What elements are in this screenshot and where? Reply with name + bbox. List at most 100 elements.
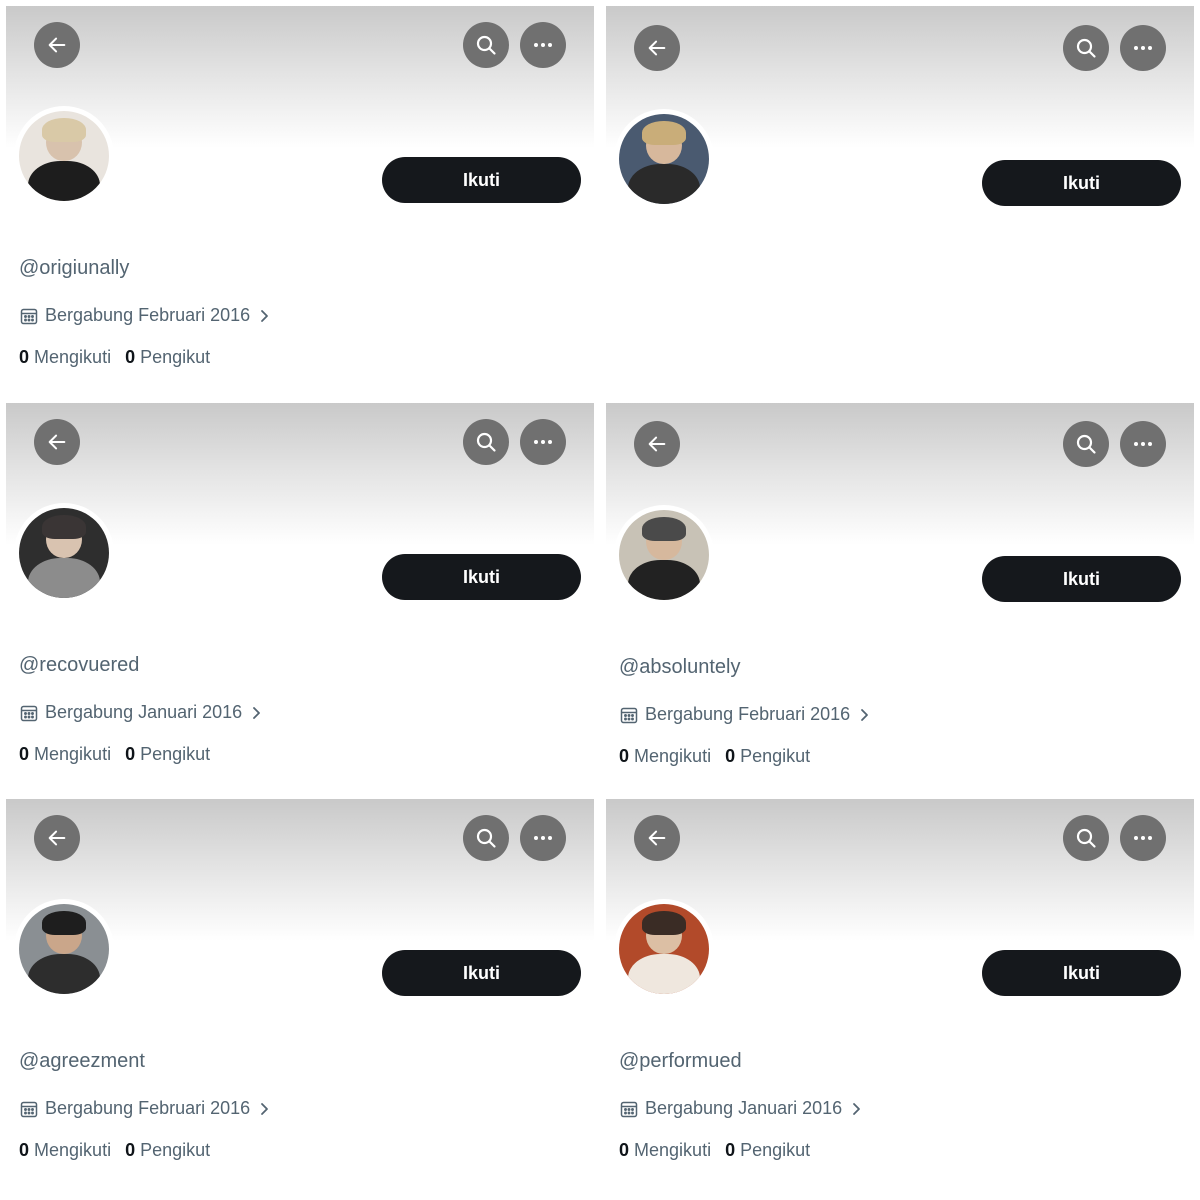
follower-count: 0: [125, 744, 136, 764]
more-options-button[interactable]: [520, 419, 566, 465]
search-button[interactable]: [1063, 421, 1109, 467]
avatar[interactable]: [14, 106, 114, 206]
more-horizontal-icon: [534, 43, 552, 47]
search-button[interactable]: [463, 815, 509, 861]
joined-date-link[interactable]: Bergabung Februari 2016: [19, 305, 270, 326]
back-button[interactable]: [34, 419, 80, 465]
following-label: Mengikuti: [34, 1140, 112, 1160]
profile-handle: @performued: [619, 1050, 742, 1072]
following-label: Mengikuti: [634, 1140, 712, 1160]
back-button[interactable]: [34, 815, 80, 861]
followers-link[interactable]: 0 Pengikut: [725, 1140, 810, 1161]
more-options-button[interactable]: [1120, 25, 1166, 71]
search-icon: [1076, 38, 1096, 58]
back-button[interactable]: [34, 22, 80, 68]
follow-counts: 0 Mengikuti 0 Pengikut: [19, 744, 210, 765]
follow-counts: 0 Mengikuti 0 Pengikut: [19, 347, 210, 368]
avatar-image: [619, 114, 709, 204]
avatar-image: [19, 508, 109, 598]
follow-button[interactable]: Ikuti: [382, 950, 581, 996]
profile-card-3: Ikuti @recovuered Bergabung Januari 2016…: [6, 403, 594, 794]
profile-card-5: Ikuti @agreezment Bergabung Februari 201…: [6, 799, 594, 1190]
avatar-image: [19, 111, 109, 201]
more-horizontal-icon: [1134, 442, 1152, 446]
follow-counts: 0 Mengikuti 0 Pengikut: [619, 1140, 810, 1161]
more-horizontal-icon: [1134, 46, 1152, 50]
joined-date-link[interactable]: Bergabung Januari 2016: [19, 702, 262, 723]
joined-date-link[interactable]: Bergabung Februari 2016: [19, 1098, 270, 1119]
follow-counts: 0 Mengikuti 0 Pengikut: [619, 746, 810, 767]
avatar[interactable]: [14, 899, 114, 999]
more-options-button[interactable]: [520, 815, 566, 861]
back-button[interactable]: [634, 815, 680, 861]
following-link[interactable]: 0 Mengikuti: [19, 1140, 111, 1161]
follow-button[interactable]: Ikuti: [382, 157, 581, 203]
search-icon: [476, 432, 496, 452]
following-count: 0: [19, 347, 30, 367]
search-button[interactable]: [463, 419, 509, 465]
profile-handle: @agreezment: [19, 1050, 145, 1072]
follower-count: 0: [725, 1140, 736, 1160]
follow-counts: 0 Mengikuti 0 Pengikut: [19, 1140, 210, 1161]
follower-count: 0: [125, 1140, 136, 1160]
back-button[interactable]: [634, 25, 680, 71]
avatar[interactable]: [614, 899, 714, 999]
followers-label: Pengikut: [140, 1140, 211, 1160]
avatar[interactable]: [614, 505, 714, 605]
more-horizontal-icon: [534, 836, 552, 840]
joined-date-link[interactable]: Bergabung Februari 2016: [619, 704, 870, 725]
more-options-button[interactable]: [1120, 421, 1166, 467]
follow-button[interactable]: Ikuti: [982, 556, 1181, 602]
follow-button[interactable]: Ikuti: [382, 554, 581, 600]
follow-button[interactable]: Ikuti: [982, 160, 1181, 206]
more-options-button[interactable]: [1120, 815, 1166, 861]
avatar[interactable]: [14, 503, 114, 603]
following-link[interactable]: 0 Mengikuti: [619, 1140, 711, 1161]
followers-link[interactable]: 0 Pengikut: [125, 1140, 210, 1161]
calendar-icon: [20, 1101, 38, 1117]
profile-handle: @absoluntely: [619, 656, 741, 678]
avatar-image: [619, 904, 709, 994]
search-button[interactable]: [1063, 815, 1109, 861]
search-icon: [1076, 828, 1096, 848]
more-options-button[interactable]: [520, 22, 566, 68]
more-horizontal-icon: [534, 440, 552, 444]
followers-link[interactable]: 0 Pengikut: [125, 744, 210, 765]
calendar-icon: [620, 1101, 638, 1117]
follower-count: 0: [725, 746, 736, 766]
followers-link[interactable]: 0 Pengikut: [125, 347, 210, 368]
joined-date-link[interactable]: Bergabung Januari 2016: [619, 1098, 862, 1119]
following-link[interactable]: 0 Mengikuti: [619, 746, 711, 767]
following-link[interactable]: 0 Mengikuti: [19, 744, 111, 765]
following-label: Mengikuti: [34, 347, 112, 367]
profile-handle: @recovuered: [19, 654, 140, 676]
profile-card-2: Ikuti Mengikuti Pengikut: [606, 6, 1194, 397]
profile-card-1: Ikuti @origiunally Bergabung Februari 20…: [6, 6, 594, 397]
following-count: 0: [619, 746, 630, 766]
search-icon: [476, 35, 496, 55]
more-horizontal-icon: [1134, 836, 1152, 840]
joined-date: Bergabung Februari 2016: [45, 1098, 251, 1118]
arrow-left-icon: [48, 830, 66, 846]
arrow-left-icon: [48, 37, 66, 53]
followers-label: Pengikut: [740, 746, 811, 766]
search-icon: [1076, 434, 1096, 454]
arrow-left-icon: [648, 436, 666, 452]
following-count: 0: [19, 1140, 30, 1160]
calendar-icon: [20, 705, 38, 721]
avatar[interactable]: [614, 109, 714, 209]
joined-date: Bergabung Januari 2016: [45, 702, 243, 722]
arrow-left-icon: [648, 40, 666, 56]
following-label: Mengikuti: [34, 744, 112, 764]
followers-link[interactable]: 0 Pengikut: [725, 746, 810, 767]
calendar-icon: [620, 707, 638, 723]
chevron-right-icon: [261, 309, 269, 322]
search-button[interactable]: [463, 22, 509, 68]
follow-button[interactable]: Ikuti: [982, 950, 1181, 996]
following-link[interactable]: 0 Mengikuti: [19, 347, 111, 368]
following-count: 0: [619, 1140, 630, 1160]
profile-card-6: Ikuti @performued Bergabung Januari 2016…: [606, 799, 1194, 1190]
search-icon: [476, 828, 496, 848]
back-button[interactable]: [634, 421, 680, 467]
search-button[interactable]: [1063, 25, 1109, 71]
